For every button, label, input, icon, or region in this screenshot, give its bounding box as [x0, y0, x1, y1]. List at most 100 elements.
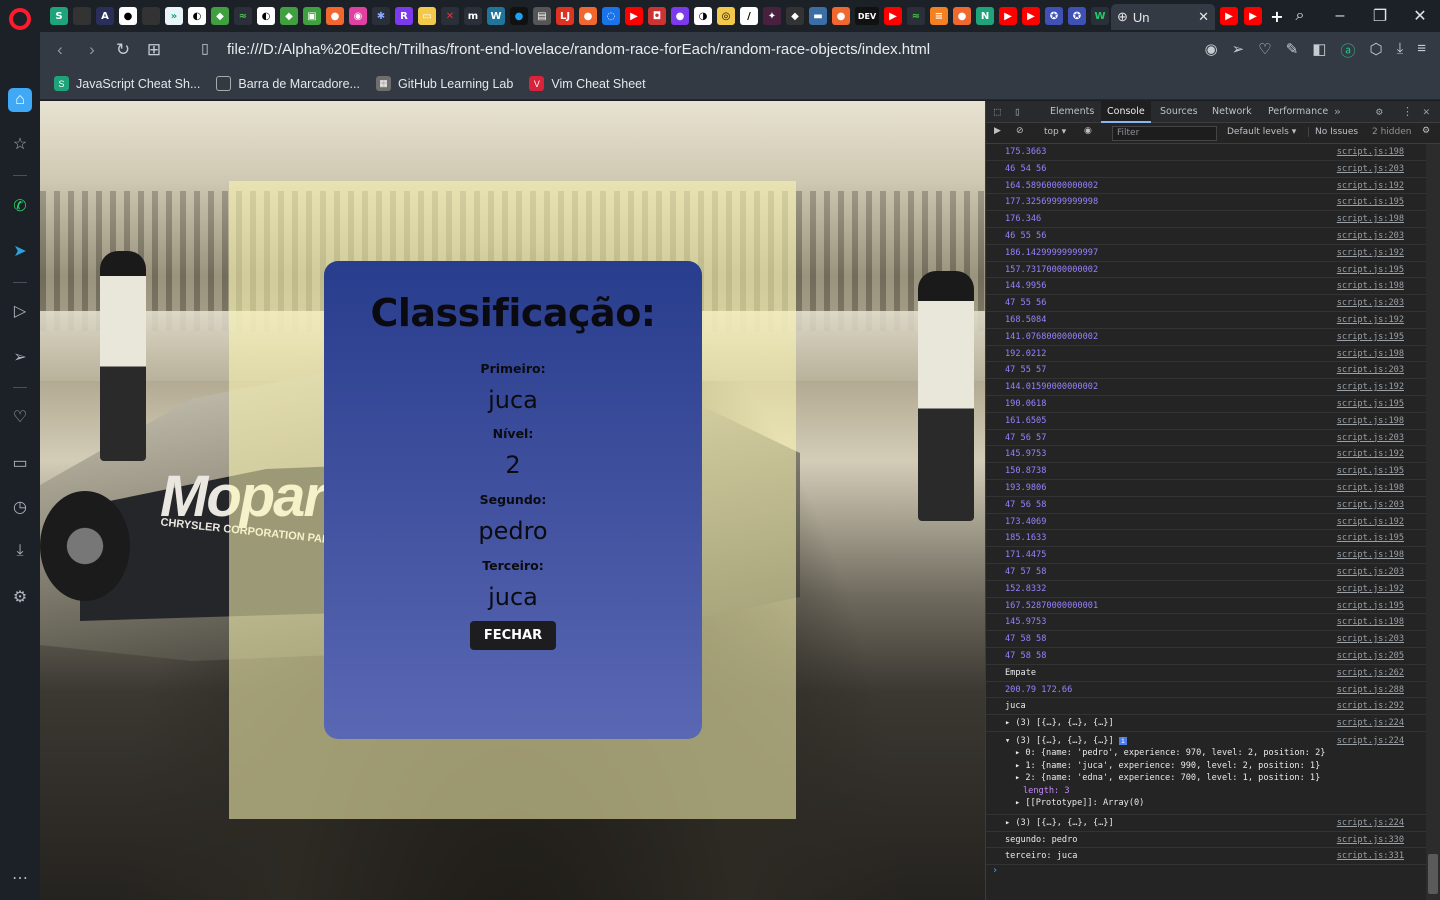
- tab-favicon[interactable]: m: [464, 7, 482, 25]
- console-source-link[interactable]: script.js:203: [1337, 631, 1404, 647]
- home-icon[interactable]: ⌂: [8, 88, 32, 112]
- tab-favicon[interactable]: ◆: [211, 7, 229, 25]
- console-source-link[interactable]: script.js:192: [1337, 581, 1404, 597]
- clear-console-icon[interactable]: ⊘: [1016, 126, 1024, 136]
- inspect-icon[interactable]: ⬚: [994, 105, 1001, 118]
- sidebar-toggle-icon[interactable]: ▶: [994, 126, 1001, 136]
- tab-favicon[interactable]: ≡: [930, 7, 948, 25]
- tab-favicon[interactable]: ◆: [786, 7, 804, 25]
- console-source-link[interactable]: script.js:198: [1337, 614, 1404, 630]
- youtube-icon[interactable]: ▶: [884, 7, 902, 25]
- console-source-link[interactable]: script.js:195: [1337, 598, 1404, 614]
- console-source-link[interactable]: script.js:192: [1337, 514, 1404, 530]
- tab-network[interactable]: Network: [1206, 101, 1258, 123]
- console-source-link[interactable]: script.js:198: [1337, 144, 1404, 160]
- console-source-link[interactable]: script.js:192: [1337, 178, 1404, 194]
- tab-favicon[interactable]: ▬: [809, 7, 827, 25]
- reload-icon[interactable]: ↻: [113, 40, 133, 60]
- issues-badge[interactable]: No Issues: [1308, 127, 1358, 137]
- console-source-link[interactable]: script.js:195: [1337, 396, 1404, 412]
- close-devtools-icon[interactable]: ✕: [1423, 105, 1430, 118]
- tab-sources[interactable]: Sources: [1154, 101, 1204, 123]
- bookmark-item[interactable]: ▦ GitHub Learning Lab: [375, 76, 513, 91]
- tab-favicon[interactable]: ◘: [648, 7, 666, 25]
- tab-favicon[interactable]: ●: [510, 7, 528, 25]
- tab-favicon[interactable]: ◌: [602, 7, 620, 25]
- opera-logo-icon[interactable]: [9, 8, 31, 30]
- console-source-link[interactable]: script.js:198: [1337, 480, 1404, 496]
- info-icon[interactable]: i: [1118, 736, 1128, 745]
- settings-icon[interactable]: ⚙: [1376, 105, 1383, 118]
- send-icon[interactable]: ➢: [1232, 40, 1245, 61]
- close-window-icon[interactable]: ✕: [1400, 6, 1440, 26]
- tab-favicon[interactable]: ◑: [694, 7, 712, 25]
- console-source-link[interactable]: script.js:192: [1337, 379, 1404, 395]
- scrollbar-thumb[interactable]: [1428, 854, 1438, 894]
- console-prompt[interactable]: ›: [986, 865, 1426, 881]
- console-source-link[interactable]: script.js:198: [1337, 547, 1404, 563]
- camera-icon[interactable]: ◉: [1205, 40, 1218, 61]
- console-source-link[interactable]: script.js:203: [1337, 295, 1404, 311]
- console-source-link[interactable]: script.js:198: [1337, 211, 1404, 227]
- minimize-icon[interactable]: –: [1320, 7, 1360, 25]
- tab-favicon[interactable]: ◆: [280, 7, 298, 25]
- console-source-link[interactable]: script.js:331: [1337, 848, 1404, 864]
- heart-icon[interactable]: ♡: [8, 405, 32, 429]
- console-settings-icon[interactable]: ⚙: [1422, 126, 1430, 136]
- tab-favicon[interactable]: ●: [326, 7, 344, 25]
- array-item[interactable]: ▸ 0: {name: 'pedro', experience: 970, le…: [1005, 747, 1426, 760]
- dev-icon[interactable]: DEV: [855, 7, 879, 25]
- bookmark-item[interactable]: V Vim Cheat Sheet: [529, 76, 646, 91]
- array-item[interactable]: ▸ 1: {name: 'juca', experience: 990, lev…: [1005, 760, 1426, 773]
- restore-icon[interactable]: ❐: [1360, 6, 1400, 26]
- console-source-link[interactable]: script.js:292: [1337, 698, 1404, 714]
- console-source-link[interactable]: script.js:224: [1337, 715, 1404, 731]
- console-source-link[interactable]: script.js:198: [1337, 413, 1404, 429]
- tab-elements[interactable]: Elements: [1044, 101, 1100, 123]
- console-source-link[interactable]: script.js:195: [1337, 194, 1404, 210]
- telegram-icon[interactable]: ➤: [8, 239, 32, 263]
- tab-favicon[interactable]: ●: [953, 7, 971, 25]
- tab-performance[interactable]: Performance: [1262, 101, 1334, 123]
- github-icon[interactable]: ●: [119, 7, 137, 25]
- console-source-link[interactable]: script.js:195: [1337, 463, 1404, 479]
- cube-icon[interactable]: ⬡: [1369, 40, 1382, 61]
- console-source-link[interactable]: script.js:203: [1337, 161, 1404, 177]
- url-field[interactable]: file:///D:/Alpha%20Edtech/Trilhas/front-…: [227, 41, 930, 58]
- star-icon[interactable]: ☆: [8, 132, 32, 156]
- eye-icon[interactable]: ◉: [1084, 126, 1092, 136]
- tab-favicon[interactable]: ◉: [349, 7, 367, 25]
- settings-icon[interactable]: ⚙: [8, 585, 32, 609]
- tab-favicon[interactable]: /: [740, 7, 758, 25]
- back-icon[interactable]: ‹: [50, 40, 70, 60]
- console-source-link[interactable]: script.js:205: [1337, 648, 1404, 664]
- wordpress-icon[interactable]: W: [487, 7, 505, 25]
- youtube-icon[interactable]: ▶: [999, 7, 1017, 25]
- extension-icon[interactable]: ✎: [1286, 40, 1299, 61]
- tab-favicon[interactable]: ◐: [257, 7, 275, 25]
- tab-favicon[interactable]: ≈: [234, 7, 252, 25]
- tab-favicon[interactable]: ◐: [188, 7, 206, 25]
- search-tabs-icon[interactable]: ⌕: [1280, 7, 1320, 25]
- console-source-link[interactable]: script.js:330: [1337, 832, 1404, 848]
- tiles-icon[interactable]: ⊞: [144, 40, 164, 60]
- levels-select[interactable]: Default levels ▾: [1227, 127, 1296, 137]
- console-row[interactable]: ▸ (3) [{…}, {…}, {…}] script.js:224: [986, 815, 1426, 832]
- youtube-icon[interactable]: ▶: [1220, 7, 1238, 25]
- console-source-link[interactable]: script.js:195: [1337, 530, 1404, 546]
- console-source-link[interactable]: script.js:203: [1337, 564, 1404, 580]
- console-source-link[interactable]: script.js:192: [1337, 245, 1404, 261]
- tab-favicon[interactable]: N: [976, 7, 994, 25]
- download-icon[interactable]: ⤓: [1397, 40, 1404, 61]
- more-tabs-icon[interactable]: »: [1334, 105, 1341, 118]
- console-source-link[interactable]: script.js:203: [1337, 362, 1404, 378]
- tab-favicon[interactable]: ✕: [441, 7, 459, 25]
- tab-favicon[interactable]: ▣: [303, 7, 321, 25]
- console-source-link[interactable]: script.js:262: [1337, 665, 1404, 681]
- console-source-link[interactable]: script.js:198: [1337, 278, 1404, 294]
- youtube-icon[interactable]: ▶: [1244, 7, 1262, 25]
- snapshot-icon[interactable]: ▭: [8, 451, 32, 475]
- console-source-link[interactable]: script.js:288: [1337, 682, 1404, 698]
- console-source-link[interactable]: script.js:192: [1337, 446, 1404, 462]
- console-source-link[interactable]: script.js:195: [1337, 262, 1404, 278]
